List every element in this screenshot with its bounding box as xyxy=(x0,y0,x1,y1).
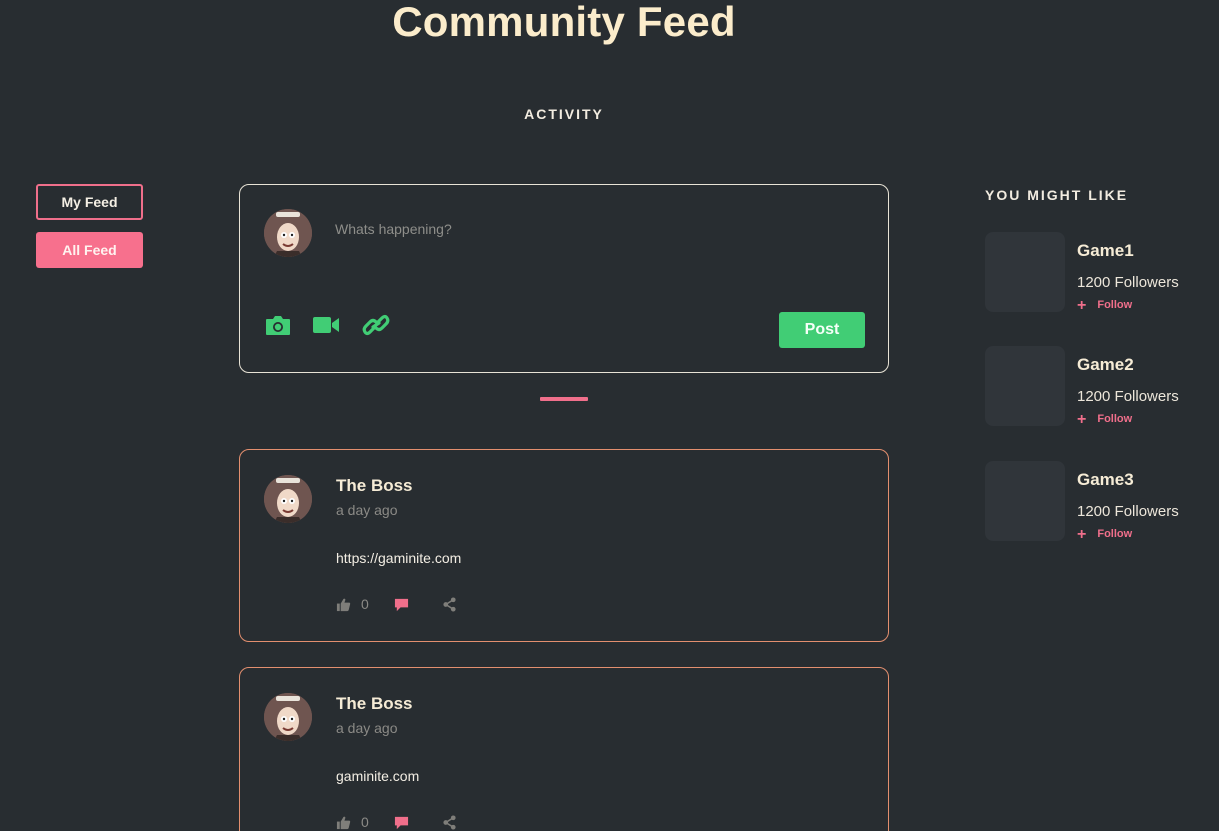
avatar[interactable] xyxy=(264,693,312,741)
follow-label: Follow xyxy=(1097,528,1133,540)
game-followers: 1200 Followers xyxy=(1077,503,1179,520)
post-card: The Boss a day ago gaminite.com 0 xyxy=(239,667,889,831)
like-count: 0 xyxy=(361,814,369,830)
post-button[interactable]: Post xyxy=(779,312,865,348)
post-author[interactable]: The Boss xyxy=(336,694,413,714)
share-icon[interactable] xyxy=(442,597,457,613)
post-timestamp: a day ago xyxy=(336,720,398,736)
post-body[interactable]: https://gaminite.com xyxy=(336,550,461,566)
like-icon[interactable] xyxy=(336,815,351,831)
post-author[interactable]: The Boss xyxy=(336,476,413,496)
avatar[interactable] xyxy=(264,475,312,523)
video-icon[interactable] xyxy=(312,312,340,338)
game-followers: 1200 Followers xyxy=(1077,388,1179,405)
avatar-image xyxy=(264,475,312,523)
follow-button[interactable]: + Follow xyxy=(1077,525,1133,543)
like-count: 0 xyxy=(361,596,369,612)
comment-icon[interactable] xyxy=(394,597,409,613)
like-icon[interactable] xyxy=(336,597,351,613)
suggested-game: Game2 1200 Followers + Follow xyxy=(985,346,1205,428)
page-title: Community Feed xyxy=(392,0,736,45)
avatar[interactable] xyxy=(264,209,312,257)
game-thumbnail[interactable] xyxy=(985,461,1065,541)
game-name[interactable]: Game1 xyxy=(1077,241,1134,261)
game-name[interactable]: Game3 xyxy=(1077,470,1134,490)
follow-button[interactable]: + Follow xyxy=(1077,296,1133,314)
game-thumbnail[interactable] xyxy=(985,232,1065,312)
post-composer: Post xyxy=(239,184,889,373)
suggested-game: Game3 1200 Followers + Follow xyxy=(985,461,1205,543)
plus-icon: + xyxy=(1077,410,1087,428)
game-thumbnail[interactable] xyxy=(985,346,1065,426)
my-feed-button[interactable]: My Feed xyxy=(36,184,143,220)
link-icon[interactable] xyxy=(362,312,390,338)
follow-label: Follow xyxy=(1097,413,1133,425)
camera-icon[interactable] xyxy=(264,312,292,338)
activity-label: ACTIVITY xyxy=(524,106,604,122)
post-body[interactable]: gaminite.com xyxy=(336,768,419,784)
comment-icon[interactable] xyxy=(394,815,409,831)
share-icon[interactable] xyxy=(442,815,457,831)
all-feed-button[interactable]: All Feed xyxy=(36,232,143,268)
avatar-image xyxy=(264,209,312,257)
section-divider xyxy=(540,397,588,401)
avatar-image xyxy=(264,693,312,741)
you-might-like-heading: YOU MIGHT LIKE xyxy=(985,187,1129,203)
plus-icon: + xyxy=(1077,525,1087,543)
follow-label: Follow xyxy=(1097,299,1133,311)
game-followers: 1200 Followers xyxy=(1077,274,1179,291)
post-timestamp: a day ago xyxy=(336,502,398,518)
post-card: The Boss a day ago https://gaminite.com … xyxy=(239,449,889,642)
plus-icon: + xyxy=(1077,296,1087,314)
suggested-game: Game1 1200 Followers + Follow xyxy=(985,232,1205,314)
whats-happening-input[interactable] xyxy=(335,221,835,237)
follow-button[interactable]: + Follow xyxy=(1077,410,1133,428)
game-name[interactable]: Game2 xyxy=(1077,355,1134,375)
